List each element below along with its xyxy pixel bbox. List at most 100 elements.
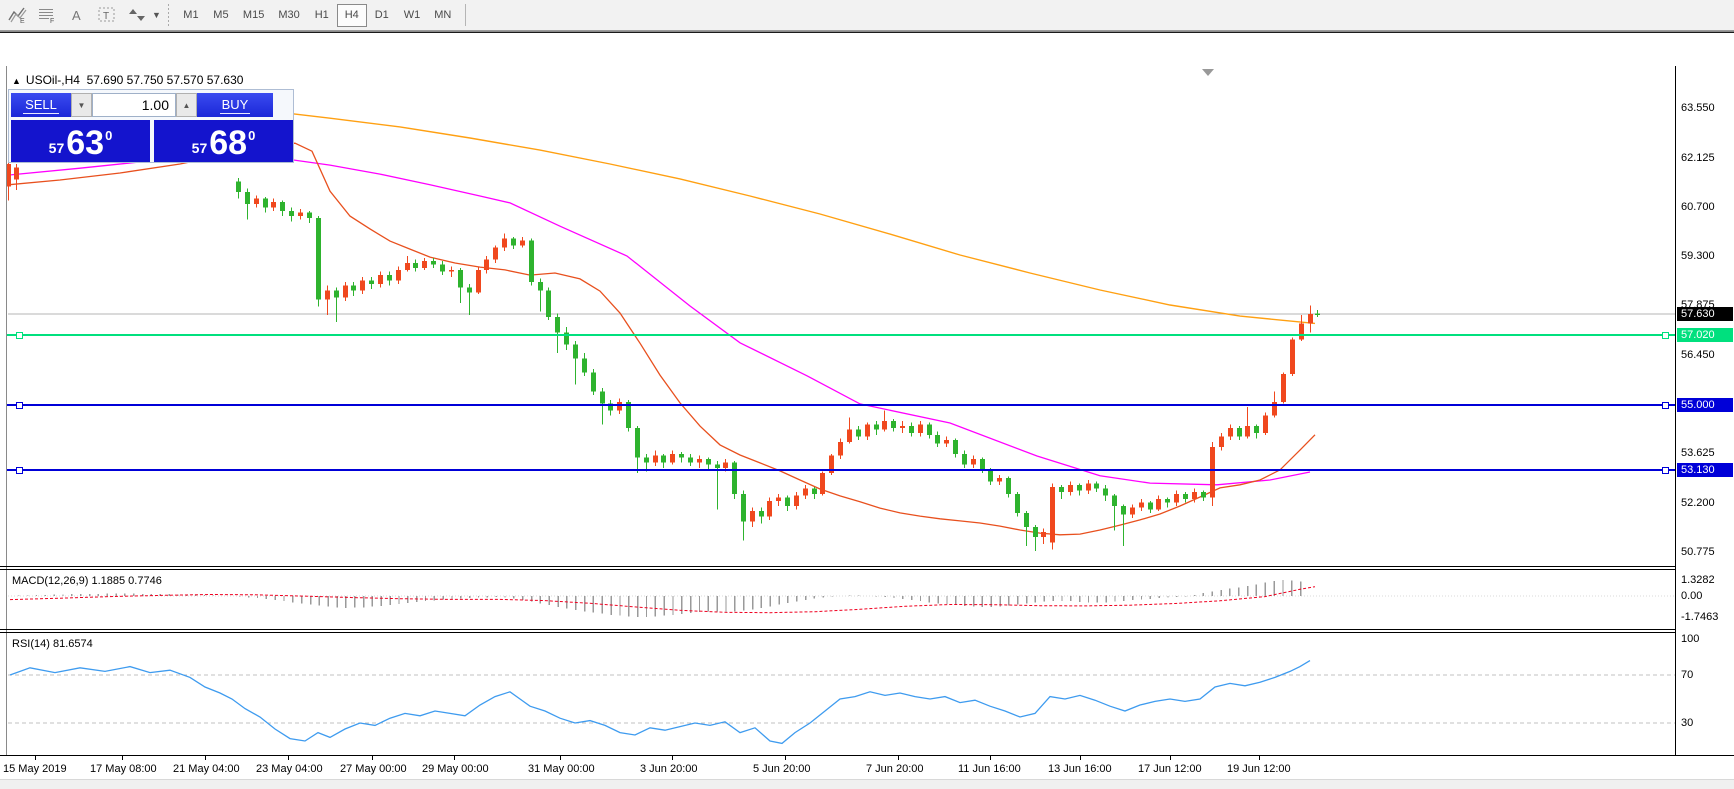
price-tick: 63.550	[1681, 102, 1715, 115]
price-tag-53.130: 53.130	[1677, 463, 1733, 478]
timeframe-button-h4[interactable]: H4	[336, 3, 367, 27]
price-tick: 53.625	[1681, 447, 1715, 460]
volume-increase-button[interactable]: ▲	[176, 93, 197, 117]
time-label: 11 Jun 16:00	[958, 763, 1021, 775]
chart-shift-marker-icon[interactable]	[1202, 69, 1214, 76]
time-tick-mark	[785, 756, 786, 760]
price-tick: 70	[1681, 669, 1694, 681]
volume-input[interactable]	[92, 93, 176, 117]
time-tick-mark	[122, 756, 123, 760]
time-label: 19 Jun 12:00	[1227, 763, 1291, 775]
timeframe-button-m5[interactable]: M5	[206, 4, 236, 27]
price-tick: 1.3282	[1681, 573, 1715, 586]
sell-price-sup: 0	[105, 128, 113, 143]
price-tick: 52.200	[1681, 496, 1715, 509]
time-tick-mark	[205, 756, 206, 760]
time-label: 7 Jun 20:00	[866, 763, 924, 775]
timeframe-button-mn[interactable]: MN	[427, 4, 458, 27]
symbol-period-label: USOil-,H4	[25, 73, 80, 87]
text-box-icon[interactable]: T	[94, 3, 120, 27]
chart-title: ▲ USOil-,H4 57.690 57.750 57.570 57.630	[12, 73, 243, 87]
svg-text:T: T	[103, 11, 109, 22]
timeframe-button-h1[interactable]: H1	[307, 4, 337, 27]
price-tick: 30	[1681, 717, 1694, 729]
time-label: 23 May 04:00	[256, 763, 323, 775]
sell-price-prefix: 57	[48, 140, 65, 156]
time-tick-mark	[35, 756, 36, 760]
indicator-grid-icon[interactable]: F	[34, 3, 60, 27]
timeframe-bar: M1 M5 M15 M30 H1 H4 D1 W1 MN	[176, 3, 458, 27]
buy-price-prefix: 57	[191, 140, 208, 156]
volume-decrease-button[interactable]: ▼	[71, 93, 92, 117]
price-axis[interactable]: 63.550 62.125 60.700 59.300 57.875 56.450 53.6…	[1675, 66, 1734, 756]
rsi-label: RSI(14) 81.6574	[12, 638, 93, 650]
sell-price-big: 63	[66, 123, 105, 162]
one-click-trading-panel: SELL ▼ ▲ BUY 57 63 0 57 68 0	[8, 89, 294, 163]
toolbar-separator-2	[465, 4, 467, 26]
time-tick-mark	[672, 756, 673, 760]
time-label: 5 Jun 20:00	[753, 763, 811, 775]
price-tag-57.630: 57.630	[1677, 307, 1733, 321]
sell-price-box[interactable]: 57 63 0	[11, 120, 150, 162]
time-tick-mark	[1170, 756, 1171, 760]
timeframe-button-m1[interactable]: M1	[176, 4, 206, 27]
svg-text:E: E	[20, 18, 25, 24]
hline-53130-handle[interactable]	[1662, 467, 1669, 475]
time-tick-mark	[560, 756, 561, 760]
sell-button[interactable]: SELL	[11, 93, 71, 117]
price-tick: 0.00	[1681, 590, 1703, 602]
buy-price-box[interactable]: 57 68 0	[154, 120, 293, 162]
price-tick: 50.775	[1681, 546, 1715, 558]
hline-57020-handle[interactable]	[16, 332, 23, 340]
expert-advisor-icon[interactable]: E	[4, 3, 30, 27]
timeframe-button-d1[interactable]: D1	[367, 4, 397, 27]
hline-57020[interactable]	[7, 334, 1675, 337]
rsi-panel-top-border	[0, 632, 1675, 633]
buy-button[interactable]: BUY	[197, 93, 273, 117]
time-tick-mark	[454, 756, 455, 760]
toolbar: E F A T ▼ M1 M5 M15 M30 H1 H4 D1 W1 MN	[0, 0, 1734, 31]
timeframe-button-m15[interactable]: M15	[236, 4, 271, 27]
status-strip	[0, 779, 1734, 789]
time-label: 17 Jun 12:00	[1138, 763, 1202, 775]
text-label-icon[interactable]: A	[64, 3, 90, 27]
price-tick: 60.700	[1681, 201, 1715, 214]
timeframe-button-w1[interactable]: W1	[397, 4, 428, 27]
chart-left-border	[6, 66, 7, 756]
arrange-objects-icon[interactable]	[124, 3, 150, 27]
price-tick: 62.125	[1681, 151, 1715, 164]
time-label: 17 May 08:00	[90, 763, 157, 775]
macd-panel-top-border	[0, 569, 1675, 570]
time-tick-mark	[288, 756, 289, 760]
time-label: 21 May 04:00	[173, 763, 240, 775]
hline-55000-handle[interactable]	[16, 402, 23, 410]
time-label: 29 May 00:00	[422, 763, 489, 775]
objects-dropdown-caret[interactable]: ▼	[152, 10, 161, 20]
toolbar-separator	[167, 4, 169, 26]
svg-text:A: A	[72, 8, 81, 23]
time-tick-mark	[898, 756, 899, 760]
time-label: 15 May 2019	[3, 763, 67, 775]
time-tick-mark	[372, 756, 373, 760]
hline-53130-handle[interactable]	[16, 467, 23, 475]
price-tick: -1.7463	[1681, 611, 1719, 624]
hline-55000[interactable]	[7, 404, 1675, 407]
time-label: 13 Jun 16:00	[1048, 763, 1112, 775]
price-tick: 100	[1681, 633, 1700, 645]
price-tick: 59.300	[1681, 250, 1715, 263]
timeframe-button-m30[interactable]: M30	[271, 4, 306, 27]
macd-label: MACD(12,26,9) 1.1885 0.7746	[12, 575, 162, 587]
hline-53130[interactable]	[7, 469, 1675, 472]
collapse-triangle-icon[interactable]: ▲	[12, 76, 21, 86]
main-panel-bottom-border	[0, 566, 1675, 567]
time-axis[interactable]: 15 May 2019 17 May 08:00 21 May 04:00 23 Ma…	[0, 755, 1734, 779]
hline-55000-handle[interactable]	[1662, 402, 1669, 410]
time-label: 31 May 00:00	[528, 763, 595, 775]
hline-57020-handle[interactable]	[1662, 332, 1669, 340]
chart-window: ▲ USOil-,H4 57.690 57.750 57.570 57.630 M…	[0, 33, 1734, 789]
ohlc-values: 57.690 57.750 57.570 57.630	[86, 73, 244, 87]
time-label: 3 Jun 20:00	[640, 763, 698, 775]
price-tag-55.000: 55.000	[1677, 398, 1733, 413]
price-tick: 56.450	[1681, 348, 1715, 361]
buy-price-sup: 0	[248, 128, 256, 143]
